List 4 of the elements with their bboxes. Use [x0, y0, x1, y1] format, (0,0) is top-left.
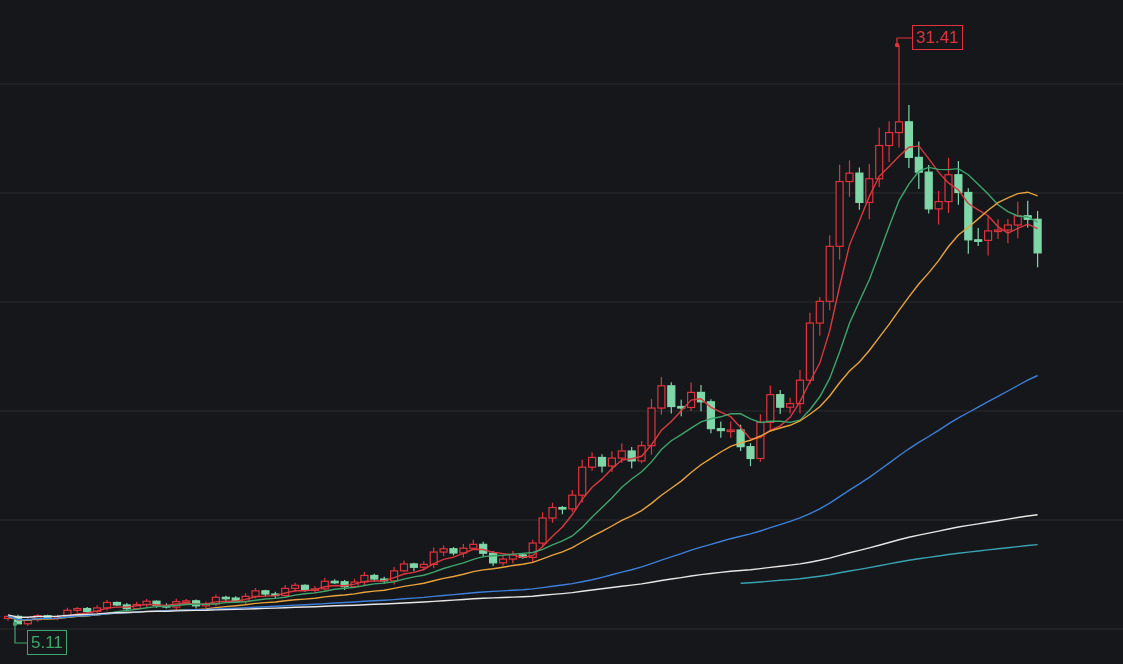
leader-line [894, 37, 913, 48]
leader-line [12, 621, 28, 644]
max-price-label: 31.41 [912, 25, 963, 50]
min-price-label: 5.11 [27, 630, 67, 655]
